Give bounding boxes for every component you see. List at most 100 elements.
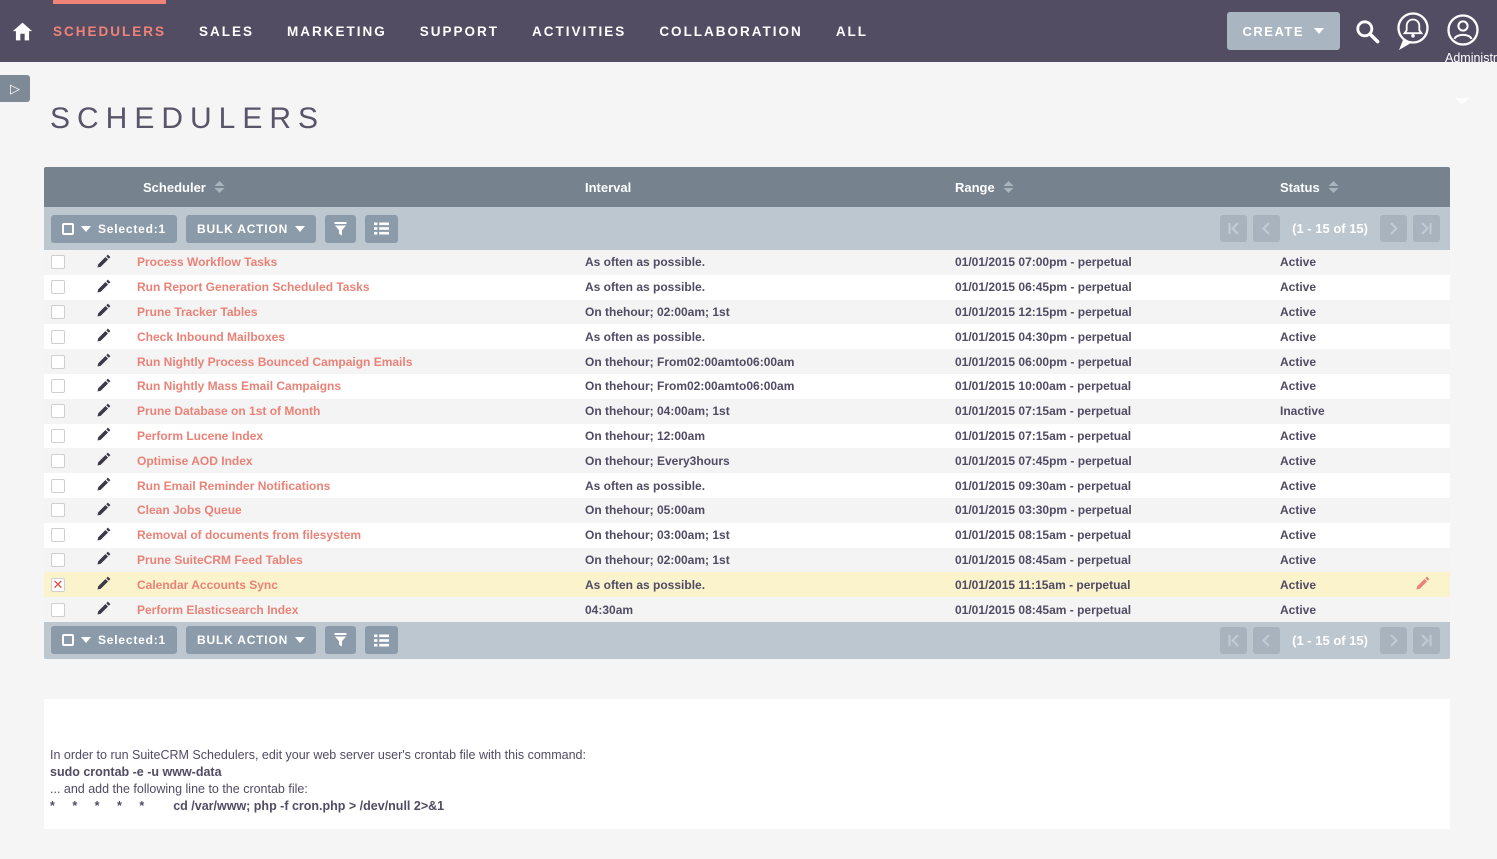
table-row: ✕ Check Inbound Mailboxes As often as po… [44,324,1450,349]
last-page-button[interactable] [1413,627,1440,654]
user-menu[interactable]: Administrator [1443,11,1483,51]
edit-pencil-icon[interactable] [97,303,111,317]
column-header-scheduler[interactable]: Scheduler [134,180,582,195]
table-row: ✕ Perform Elasticsearch Index 04:30am 01… [44,597,1450,622]
scheduler-name-link[interactable]: Run Email Reminder Notifications [134,479,330,493]
home-icon [12,22,33,41]
nav-item[interactable]: MARKETING [287,0,387,62]
row-checkbox-cell: ✕ [44,454,88,468]
sidebar-toggle-button[interactable]: ▷ [0,75,30,102]
scheduler-name-link[interactable]: Calendar Accounts Sync [134,578,278,592]
first-page-button[interactable] [1220,627,1247,654]
table-body: ✕ Process Workflow Tasks As often as pos… [44,250,1450,622]
row-checkbox[interactable]: ✕ [51,578,65,592]
home-button[interactable] [12,22,33,41]
filter-button[interactable] [325,626,356,654]
scheduler-name-link[interactable]: Optimise AOD Index [134,454,253,468]
row-trailing-cell [1404,427,1450,444]
edit-pencil-icon[interactable] [97,279,111,293]
scheduler-name-link[interactable]: Prune Tracker Tables [134,305,258,319]
nav-item[interactable]: ACTIVITIES [532,0,626,62]
edit-pencil-icon[interactable] [97,328,111,342]
filter-button[interactable] [325,215,356,243]
row-checkbox-cell: ✕ [44,355,88,369]
row-trailing-cell [1404,477,1450,494]
range-cell: 01/01/2015 08:45am - perpetual [952,603,1277,617]
scheduler-name-link[interactable]: Process Workflow Tasks [134,255,277,269]
row-checkbox[interactable]: ✕ [51,379,65,393]
column-header-range[interactable]: Range [952,180,1277,195]
bulk-action-button[interactable]: BULK ACTION [186,626,316,654]
row-checkbox[interactable]: ✕ [51,454,65,468]
prev-page-button[interactable] [1253,627,1280,654]
nav-item[interactable]: SALES [199,0,254,62]
interval-cell: 04:30am [582,603,952,617]
row-trailing-cell [1404,254,1450,271]
last-page-button[interactable] [1413,215,1440,242]
range-cell: 01/01/2015 07:15am - perpetual [952,429,1277,443]
scheduler-name-link[interactable]: Run Report Generation Scheduled Tasks [134,280,370,294]
scheduler-name-link[interactable]: Removal of documents from filesystem [134,528,361,542]
row-checkbox[interactable]: ✕ [51,330,65,344]
row-edit-pencil-icon[interactable] [1404,576,1430,590]
row-edit-cell [88,303,134,320]
select-all-button[interactable]: Selected:1 [51,215,177,243]
row-checkbox[interactable]: ✕ [51,603,65,617]
row-checkbox[interactable]: ✕ [51,503,65,517]
cron-command-2: cd /var/www; php -f cron.php > /dev/null… [173,799,444,813]
scheduler-name-link[interactable]: Prune Database on 1st of Month [134,404,320,418]
table-row: ✕ Calendar Accounts Sync As often as pos… [44,572,1450,597]
user-name-label: Administrator [1445,51,1497,65]
first-page-button[interactable] [1220,215,1247,242]
scheduler-name-link[interactable]: Run Nightly Process Bounced Campaign Ema… [134,355,412,369]
cron-stars: * * * * * [50,799,151,813]
nav-item[interactable]: ALL [836,0,868,62]
edit-pencil-icon[interactable] [97,477,111,491]
edit-pencil-icon[interactable] [97,353,111,367]
scheduler-name-link[interactable]: Perform Elasticsearch Index [134,603,298,617]
nav-item[interactable]: COLLABORATION [659,0,803,62]
edit-pencil-icon[interactable] [97,378,111,392]
notifications-button[interactable] [1393,9,1433,53]
next-page-button[interactable] [1380,627,1407,654]
edit-pencil-icon[interactable] [97,452,111,466]
next-page-button[interactable] [1380,215,1407,242]
edit-pencil-icon[interactable] [97,551,111,565]
table-row: ✕ Prune SuiteCRM Feed Tables On thehour;… [44,548,1450,573]
edit-pencil-icon[interactable] [97,576,111,590]
nav-item[interactable]: SCHEDULERS [53,0,166,62]
column-header-status[interactable]: Status [1277,180,1404,195]
row-checkbox[interactable]: ✕ [51,255,65,269]
scheduler-name-link[interactable]: Clean Jobs Queue [134,503,242,517]
row-checkbox[interactable]: ✕ [51,479,65,493]
select-all-button[interactable]: Selected:1 [51,626,177,654]
choose-columns-button[interactable] [365,215,398,243]
row-checkbox[interactable]: ✕ [51,528,65,542]
row-checkbox[interactable]: ✕ [51,280,65,294]
column-header-interval[interactable]: Interval [582,180,952,195]
scheduler-name-link[interactable]: Check Inbound Mailboxes [134,330,285,344]
row-checkbox[interactable]: ✕ [51,305,65,319]
edit-pencil-icon[interactable] [97,254,111,268]
row-checkbox[interactable]: ✕ [51,553,65,567]
scheduler-name-link[interactable]: Run Nightly Mass Email Campaigns [134,379,341,393]
edit-pencil-icon[interactable] [97,403,111,417]
table-row: ✕ Clean Jobs Queue On thehour; 05:00am 0… [44,498,1450,523]
edit-pencil-icon[interactable] [97,601,111,615]
row-checkbox[interactable]: ✕ [51,355,65,369]
edit-pencil-icon[interactable] [97,502,111,516]
row-checkbox[interactable]: ✕ [51,404,65,418]
bulk-action-button[interactable]: BULK ACTION [186,215,316,243]
choose-columns-button[interactable] [365,626,398,654]
create-button[interactable]: CREATE [1227,12,1340,50]
search-button[interactable] [1354,18,1381,45]
table-row: ✕ Run Report Generation Scheduled Tasks … [44,275,1450,300]
row-checkbox[interactable]: ✕ [51,429,65,443]
prev-page-button[interactable] [1253,215,1280,242]
nav-item[interactable]: SUPPORT [420,0,499,62]
edit-pencil-icon[interactable] [97,427,111,441]
scheduler-name-link[interactable]: Perform Lucene Index [134,429,263,443]
edit-pencil-icon[interactable] [97,527,111,541]
collapse-caret-icon[interactable] [1455,98,1469,105]
scheduler-name-link[interactable]: Prune SuiteCRM Feed Tables [134,553,303,567]
